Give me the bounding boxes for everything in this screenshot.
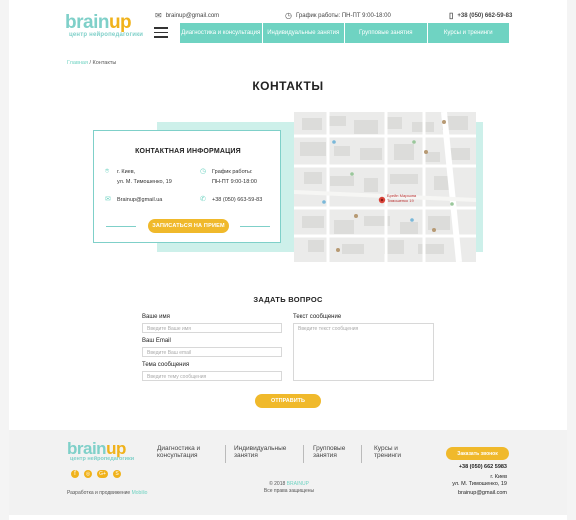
hours-line-2: ПН-ПТ 9:00-18:00 bbox=[212, 179, 257, 185]
subject-label: Тема сообщения bbox=[142, 362, 190, 368]
email-placeholder: Введите Ваш email bbox=[147, 350, 192, 356]
header-email-text: brainup@gmail.com bbox=[165, 12, 220, 19]
contact-address: ⌾ г. Киев, ул. М. Тимошенко, 19 bbox=[105, 167, 172, 187]
footer-logo[interactable]: brainup bbox=[67, 440, 126, 457]
map-canvas bbox=[294, 112, 476, 262]
header-schedule-text: График работы: ПН-ПТ 9:00-18:00 bbox=[295, 12, 391, 19]
footer-nav-group[interactable]: Групповые занятия bbox=[313, 445, 359, 459]
nav-label: Диагностика и консультация bbox=[181, 29, 261, 36]
header-phone[interactable]: ▯ +38 (050) 662-59-83 bbox=[449, 11, 512, 20]
mail-icon: ✉ bbox=[105, 196, 111, 203]
footer-nav-divider bbox=[225, 445, 226, 463]
developer-link[interactable]: Mobilio bbox=[132, 490, 148, 496]
phone-icon: ✆ bbox=[200, 196, 206, 203]
nav-item-group[interactable]: Групповые занятия bbox=[345, 23, 428, 43]
footer-nav-diagnostics[interactable]: Диагностика и консультация bbox=[157, 445, 217, 459]
copyright-rights: Все права защищены bbox=[263, 488, 315, 494]
nav-label: Групповые занятия bbox=[358, 29, 413, 36]
footer-nav-individual[interactable]: Индивидуальные занятия bbox=[234, 445, 294, 459]
header-phone-text: +38 (050) 662-59-83 bbox=[457, 12, 513, 19]
page: brainup центр нейропедагогики ✉ brainup@… bbox=[9, 0, 567, 520]
footer-logo-subtitle: центр нейропедагогики bbox=[70, 456, 135, 462]
nav-item-courses[interactable]: Курсы и тренинги bbox=[428, 23, 510, 43]
nav-item-individual[interactable]: Индивидуальные занятия bbox=[263, 23, 345, 43]
question-form-title: ЗАДАТЬ ВОПРОС bbox=[253, 295, 323, 304]
order-call-button[interactable]: Заказать звонок bbox=[446, 447, 509, 460]
header-schedule: ◷ График работы: ПН-ПТ 9:00-18:00 bbox=[285, 11, 391, 20]
menu-icon[interactable] bbox=[154, 27, 168, 38]
clock-icon: ◷ bbox=[285, 11, 292, 20]
facebook-icon[interactable]: f bbox=[71, 470, 79, 478]
name-input[interactable]: Введите Ваше имя bbox=[142, 323, 282, 333]
hours-line-1: График работы: bbox=[212, 169, 253, 175]
book-appointment-button[interactable]: ЗАПИСАТЬСЯ НА ПРИЕМ bbox=[148, 219, 229, 233]
copyright-brand: BRAINUP bbox=[286, 481, 309, 487]
instagram-icon[interactable]: ◎ bbox=[84, 470, 92, 478]
page-title: КОНТАКТЫ bbox=[252, 79, 324, 93]
contact-card-title: КОНТАКТНАЯ ИНФОРМАЦИЯ bbox=[135, 148, 241, 155]
footer-email[interactable]: brainup@gmail.com bbox=[458, 490, 507, 496]
divider bbox=[106, 226, 136, 227]
logo-text-brain: brain bbox=[65, 12, 109, 33]
name-label: Ваше имя bbox=[142, 314, 170, 320]
address-line-2: ул. М. Тимошенко, 19 bbox=[117, 179, 172, 185]
logo[interactable]: brainup bbox=[65, 12, 132, 33]
footer-nav-courses[interactable]: Курсы и тренинги bbox=[374, 445, 418, 459]
main-nav: Диагностика и консультация Индивидуальны… bbox=[180, 23, 509, 43]
copyright-year: © 2018 bbox=[269, 481, 286, 487]
breadcrumb: Главная / Контакты bbox=[67, 60, 116, 66]
google-plus-icon[interactable]: G+ bbox=[97, 470, 108, 478]
footer-street: ул. М. Тимошенко, 19 bbox=[452, 481, 507, 487]
submit-button[interactable]: ОТПРАВИТЬ bbox=[255, 394, 321, 408]
footer: brainup центр нейропедагогики f ◎ G+ S Р… bbox=[9, 430, 567, 515]
nav-label: Курсы и тренинги bbox=[443, 29, 493, 36]
contact-phone-text: +38 (050) 663-59-83 bbox=[212, 197, 263, 203]
subject-placeholder: Введите тему сообщения bbox=[147, 374, 207, 380]
contact-card: КОНТАКТНАЯ ИНФОРМАЦИЯ ⌾ г. Киев, ул. М. … bbox=[93, 130, 281, 243]
contact-email[interactable]: ✉ Brainup@gmail.ua bbox=[105, 195, 163, 205]
email-label: Ваш Email bbox=[142, 338, 171, 344]
address-line-1: г. Киев, bbox=[117, 169, 136, 175]
copyright: © 2018 BRAINUP Все права защищены bbox=[239, 481, 339, 495]
phone-icon: ▯ bbox=[449, 11, 454, 20]
clock-icon: ◷ bbox=[200, 168, 207, 175]
contact-email-text: Brainup@gmail.ua bbox=[117, 197, 163, 203]
logo-text-up: up bbox=[108, 12, 132, 33]
footer-nav-divider bbox=[303, 445, 304, 463]
map[interactable]: Брейн Марьяна Тимошенко 19 bbox=[294, 112, 476, 262]
footer-nav-divider bbox=[361, 445, 362, 463]
logo-subtitle: центр нейропедагогики bbox=[69, 32, 144, 38]
breadcrumb-home-link[interactable]: Главная bbox=[67, 60, 88, 66]
message-label: Текст сообщение bbox=[293, 314, 342, 320]
developer-text: Разработка и продвижение bbox=[67, 490, 131, 496]
message-placeholder: Введите текст сообщения bbox=[298, 326, 359, 332]
footer-city: г. Киев bbox=[490, 474, 507, 480]
developer-credit: Разработка и продвижение Mobilio bbox=[67, 490, 147, 496]
divider bbox=[240, 226, 270, 227]
nav-label: Индивидуальные занятия bbox=[267, 29, 340, 36]
footer-phone[interactable]: +38 (050) 662 5983 bbox=[459, 464, 507, 470]
message-textarea[interactable]: Введите текст сообщения bbox=[293, 323, 434, 381]
breadcrumb-current: Контакты bbox=[92, 60, 117, 66]
location-pin-icon: ⌾ bbox=[105, 168, 110, 175]
contact-hours: ◷ График работы: ПН-ПТ 9:00-18:00 bbox=[200, 167, 257, 187]
nav-item-diagnostics[interactable]: Диагностика и консультация bbox=[180, 23, 263, 43]
header-email[interactable]: ✉ brainup@gmail.com bbox=[155, 11, 219, 20]
subject-input[interactable]: Введите тему сообщения bbox=[142, 371, 282, 381]
contact-phone[interactable]: ✆ +38 (050) 663-59-83 bbox=[200, 195, 263, 205]
name-placeholder: Введите Ваше имя bbox=[147, 326, 191, 332]
mail-icon: ✉ bbox=[155, 11, 162, 20]
map-marker-label: Брейн Марьяна Тимошенко 19 bbox=[387, 193, 416, 203]
map-marker-label-2: Тимошенко 19 bbox=[387, 197, 414, 203]
email-input[interactable]: Введите Ваш email bbox=[142, 347, 282, 357]
skype-icon[interactable]: S bbox=[113, 470, 121, 478]
